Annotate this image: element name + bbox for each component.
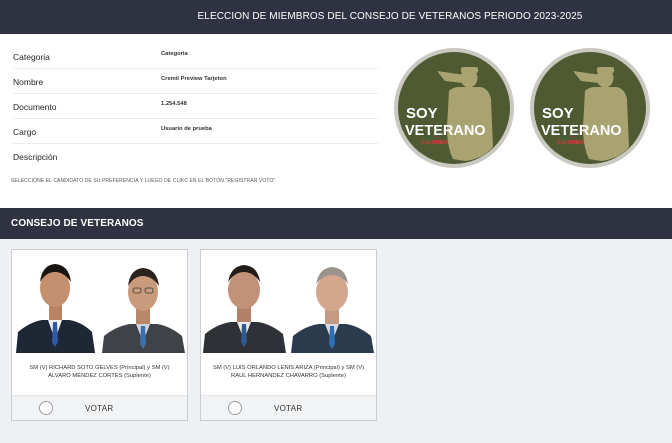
vote-label[interactable]: VOTAR xyxy=(85,404,113,413)
info-label: Descripción xyxy=(13,152,58,162)
person-photo-graphic xyxy=(100,250,187,353)
header-bar: ELECCION DE MIEMBROS DEL CONSEJO DE VETE… xyxy=(0,0,672,34)
soy-veterano-logo-graphic: SOY VETERANO COLOMBIA xyxy=(394,48,514,168)
info-label: Categoria xyxy=(13,52,50,62)
info-label: Nombre xyxy=(13,77,44,87)
info-row-nombre: Nombre Cremil Preview Tarjeton xyxy=(13,69,378,94)
vote-option[interactable]: VOTAR xyxy=(201,395,376,420)
candidate-card[interactable]: SM (V) LUIS ORLANDO LENIS ARIZA (Princip… xyxy=(200,249,377,421)
info-label: Cargo xyxy=(13,127,37,137)
vote-radio[interactable] xyxy=(228,401,242,415)
soy-veterano-logo: SOY VETERANO COLOMBIA xyxy=(529,47,651,169)
candidate-name: SM (V) LUIS ORLANDO LENIS ARIZA (Princip… xyxy=(212,365,365,379)
vote-option[interactable]: VOTAR xyxy=(12,395,187,420)
info-value: Usuario de prueba xyxy=(161,126,212,132)
logo-text-colombia: COLOMBIA xyxy=(421,140,449,146)
vote-radio[interactable] xyxy=(39,401,53,415)
suplente-photo xyxy=(289,250,376,353)
candidate-name: SM (V) RICHARD SOTO GELVES (Principal) y… xyxy=(29,365,170,379)
info-row-descripcion: Descripción xyxy=(13,144,378,169)
person-photo-graphic xyxy=(12,250,99,353)
logo-text-soy: SOY xyxy=(542,105,574,122)
page-title: ELECCION DE MIEMBROS DEL CONSEJO DE VETE… xyxy=(197,11,583,22)
logo-text-soy: SOY xyxy=(406,105,438,122)
section-header: CONSEJO DE VETERANOS xyxy=(0,208,672,239)
candidate-card[interactable]: SM (V) RICHARD SOTO GELVES (Principal) y… xyxy=(11,249,188,421)
info-value: Categoria xyxy=(161,51,188,57)
info-row-documento: Documento 1.254.548 xyxy=(13,94,378,119)
principal-photo xyxy=(201,250,288,353)
voter-info-table: Categoria Categoria Nombre Cremil Previe… xyxy=(13,44,378,169)
info-row-cargo: Cargo Usuario de prueba xyxy=(13,119,378,144)
candidate-photos xyxy=(201,250,376,353)
info-label: Documento xyxy=(13,102,57,112)
person-photo-graphic xyxy=(289,250,376,353)
logo-text-veterano: VETERANO xyxy=(541,123,622,139)
vote-label[interactable]: VOTAR xyxy=(274,404,302,413)
info-value: 1.254.548 xyxy=(161,101,187,107)
info-row-categoria: Categoria Categoria xyxy=(13,44,378,69)
section-title: CONSEJO DE VETERANOS xyxy=(11,218,144,229)
info-value: Cremil Preview Tarjeton xyxy=(161,76,227,82)
logo-text-veterano: VETERANO xyxy=(405,123,486,139)
soy-veterano-logo: SOY VETERANO COLOMBIA xyxy=(393,47,515,169)
soy-veterano-logo-graphic: SOY VETERANO COLOMBIA xyxy=(530,48,650,168)
person-photo-graphic xyxy=(201,250,288,353)
logo-text-colombia: COLOMBIA xyxy=(557,140,585,146)
suplente-photo xyxy=(100,250,187,353)
principal-photo xyxy=(12,250,99,353)
instructions-text: SELECCIONE EL CANDIDATO DE SU PREFERENCI… xyxy=(11,178,276,184)
candidate-photos xyxy=(12,250,187,353)
